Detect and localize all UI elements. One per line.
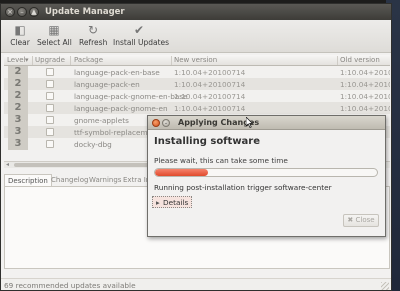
old-version: 1:10.04+2010042 bbox=[340, 92, 390, 101]
clear-label: Clear bbox=[10, 38, 30, 47]
select-all-label: Select All bbox=[37, 38, 72, 47]
dialog-message: Please wait, this can take some time bbox=[154, 156, 288, 165]
upgrade-checkbox[interactable] bbox=[46, 116, 54, 124]
old-version: 1:10.04+2010042 bbox=[340, 104, 390, 113]
tab-changelog[interactable]: Changelog bbox=[48, 174, 91, 186]
minimize-window-icon[interactable]: – bbox=[17, 7, 27, 17]
select-all-button[interactable]: ▦ Select All bbox=[37, 23, 72, 47]
upgrade-checkbox[interactable] bbox=[46, 92, 54, 100]
maximize-window-icon[interactable]: ▲ bbox=[29, 7, 39, 17]
package-name: gnome-applets bbox=[74, 116, 129, 125]
new-version: 1:10.04+20100714 bbox=[174, 92, 246, 101]
table-row[interactable]: 2 language-pack-en-base 1:10.04+20100714… bbox=[4, 66, 390, 78]
dialog-titlebar[interactable]: ⌄ Applying Changes bbox=[148, 116, 385, 130]
table-row[interactable]: 2 language-pack-gnome-en 1:10.04+2010071… bbox=[4, 102, 390, 114]
level-cell: 2 bbox=[8, 66, 28, 78]
column-divider bbox=[32, 56, 33, 65]
upgrade-checkbox[interactable] bbox=[46, 80, 54, 88]
window-titlebar[interactable]: × – ▲ Update Manager bbox=[1, 4, 391, 20]
column-divider bbox=[70, 56, 71, 65]
sort-arrow-icon: ▾ bbox=[25, 56, 29, 64]
level-cell: 3 bbox=[8, 126, 28, 138]
status-bar: 69 recommended updates available bbox=[1, 278, 391, 290]
level-cell: 2 bbox=[8, 78, 28, 90]
applying-changes-dialog: ⌄ Applying Changes Installing software P… bbox=[147, 115, 386, 237]
old-version: 1:10.04+2010042 bbox=[340, 68, 390, 77]
column-header-old-version[interactable]: Old version bbox=[340, 56, 380, 64]
refresh-icon: ↻ bbox=[87, 23, 99, 37]
scrollbar-thumb[interactable] bbox=[14, 163, 164, 167]
new-version: 1:10.04+20100714 bbox=[174, 80, 246, 89]
package-name: language-pack-en-base bbox=[74, 68, 160, 77]
upgrade-checkbox[interactable] bbox=[46, 140, 54, 148]
select-all-icon: ▦ bbox=[48, 23, 60, 37]
level-cell: 3 bbox=[8, 138, 28, 150]
clear-button[interactable]: ◧ Clear bbox=[7, 23, 33, 47]
table-header: Level ▾ Upgrade Package New version Old … bbox=[4, 55, 390, 66]
old-version: 1:10.04+2010042 bbox=[340, 80, 390, 89]
table-row[interactable]: 2 language-pack-gnome-en-base 1:10.04+20… bbox=[4, 90, 390, 102]
close-window-icon[interactable]: × bbox=[5, 7, 15, 17]
close-button[interactable]: ✖ Close bbox=[343, 214, 379, 227]
progress-fill bbox=[155, 169, 209, 176]
new-version: 1:10.04+20100714 bbox=[174, 104, 246, 113]
install-progress-bar bbox=[154, 168, 378, 177]
check-icon: ✔ bbox=[133, 23, 145, 37]
upgrade-checkbox[interactable] bbox=[46, 68, 54, 76]
dialog-status-line: Running post-installation trigger softwa… bbox=[154, 183, 332, 192]
level-cell: 2 bbox=[8, 102, 28, 114]
level-cell: 3 bbox=[8, 114, 28, 126]
tab-description[interactable]: Description bbox=[4, 174, 52, 186]
install-updates-label: Install Updates bbox=[113, 38, 170, 47]
column-header-package[interactable]: Package bbox=[74, 56, 103, 64]
eraser-icon: ◧ bbox=[14, 23, 26, 37]
install-updates-button[interactable]: ✔ Install Updates bbox=[113, 23, 169, 47]
close-label: Close bbox=[355, 216, 375, 224]
details-expander[interactable]: ▸ Details bbox=[152, 196, 193, 208]
scroll-left-icon[interactable]: ◂ bbox=[6, 161, 9, 168]
dialog-minimize-icon[interactable]: ⌄ bbox=[162, 119, 170, 127]
column-divider bbox=[337, 56, 338, 65]
package-name: docky-dbg bbox=[74, 140, 112, 149]
status-text: 69 recommended updates available bbox=[4, 281, 136, 290]
table-row[interactable]: 2 language-pack-en 1:10.04+20100714 1:10… bbox=[4, 78, 390, 90]
upgrade-checkbox[interactable] bbox=[46, 104, 54, 112]
refresh-button[interactable]: ↻ Refresh bbox=[79, 23, 107, 47]
column-header-upgrade[interactable]: Upgrade bbox=[35, 56, 65, 64]
level-cell: 2 bbox=[8, 90, 28, 102]
package-name: language-pack-gnome-en bbox=[74, 104, 168, 113]
column-header-level[interactable]: Level bbox=[7, 56, 25, 64]
new-version: 1:10.04+20100714 bbox=[174, 68, 246, 77]
refresh-label: Refresh bbox=[79, 38, 108, 47]
column-header-new-version[interactable]: New version bbox=[174, 56, 217, 64]
package-name: language-pack-en bbox=[74, 80, 140, 89]
tab-warnings[interactable]: Warnings bbox=[86, 174, 124, 186]
close-icon: ✖ bbox=[347, 216, 354, 224]
details-label: Details bbox=[163, 198, 189, 207]
package-name: language-pack-gnome-en-base bbox=[74, 92, 188, 101]
mouse-pointer-icon bbox=[246, 117, 254, 128]
dialog-close-icon[interactable] bbox=[152, 119, 160, 127]
expander-arrow-icon: ▸ bbox=[156, 198, 160, 207]
dialog-heading: Installing software bbox=[154, 136, 261, 147]
resize-grip-icon[interactable] bbox=[381, 282, 389, 290]
toolbar: ◧ Clear ▦ Select All ↻ Refresh ✔ Install… bbox=[1, 20, 391, 53]
column-divider bbox=[171, 56, 172, 65]
window-title: Update Manager bbox=[45, 7, 125, 17]
upgrade-checkbox[interactable] bbox=[46, 128, 54, 136]
